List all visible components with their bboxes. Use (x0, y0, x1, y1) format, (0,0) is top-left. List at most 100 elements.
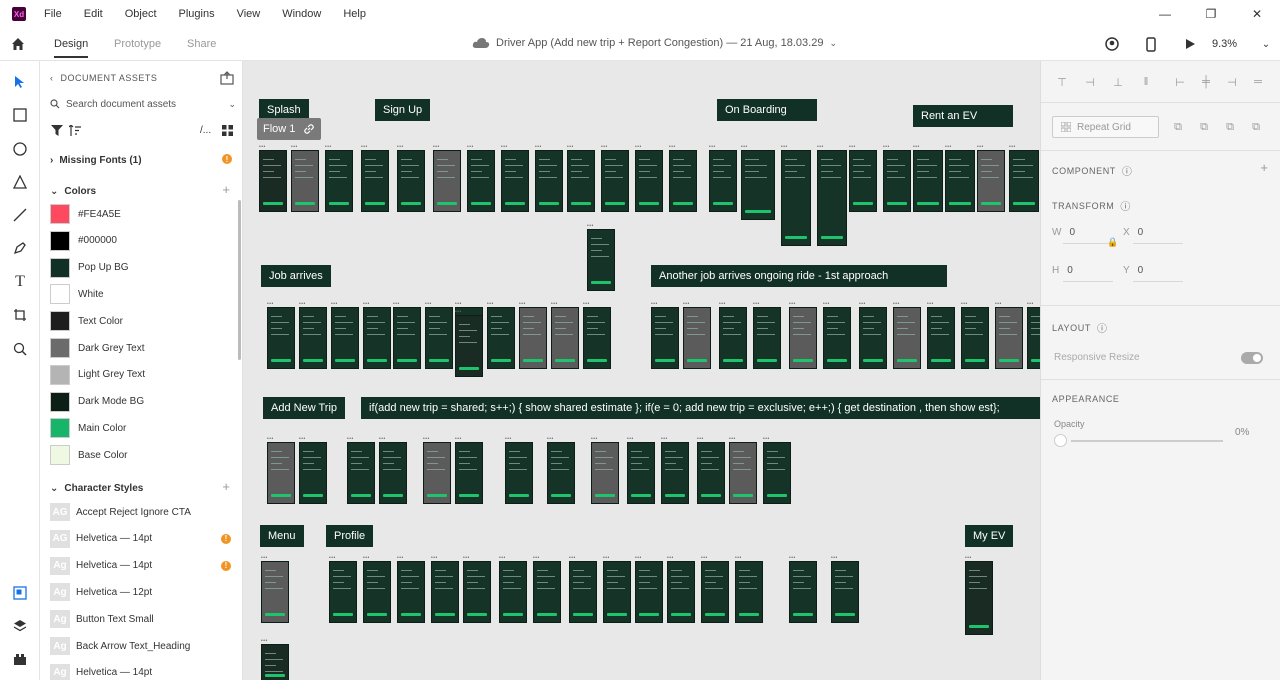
artboard-thumbnail[interactable] (363, 307, 391, 369)
align-left-icon[interactable]: ⊢ (1173, 75, 1187, 89)
artboard-thumbnail[interactable] (961, 307, 989, 369)
artboard-thumbnail[interactable] (259, 150, 287, 212)
character-styles-section[interactable]: ⌄ Character Styles (50, 483, 143, 494)
color-swatch[interactable] (50, 338, 70, 358)
color-swatch[interactable] (50, 364, 70, 385)
artboard-thumbnail[interactable] (331, 307, 359, 369)
artboard-thumbnail[interactable] (455, 315, 483, 377)
artboard-thumbnail[interactable] (397, 150, 425, 212)
artboard-thumbnail[interactable] (667, 561, 695, 623)
artboard-thumbnail[interactable] (299, 307, 327, 369)
artboard-thumbnail[interactable] (735, 561, 763, 623)
character-style-row[interactable]: AG Helvetica — 14pt! (50, 528, 235, 550)
artboard-thumbnail[interactable] (789, 307, 817, 369)
flow-start-chip[interactable]: Flow 1 (257, 118, 322, 140)
artboard-thumbnail[interactable] (741, 150, 775, 220)
layers-panel-icon[interactable] (11, 617, 29, 635)
artboard-thumbnail[interactable] (913, 150, 943, 212)
menu-edit[interactable]: Edit (84, 8, 103, 20)
artboard-thumbnail[interactable] (635, 150, 663, 212)
menu-view[interactable]: View (237, 8, 261, 20)
artboard-label-another-job[interactable]: Another job arrives ongoing ride - 1st a… (651, 265, 947, 287)
artboard-thumbnail[interactable] (781, 150, 811, 246)
artboard-thumbnail[interactable] (423, 442, 451, 504)
artboard-thumbnail[interactable] (789, 561, 817, 623)
artboard-thumbnail[interactable] (709, 150, 737, 212)
color-swatch-row[interactable]: Main Color (50, 417, 126, 439)
color-swatch[interactable] (50, 311, 70, 332)
artboard-thumbnail[interactable] (817, 150, 847, 246)
color-swatch-row[interactable]: #FE4A5E (50, 203, 121, 225)
artboard-thumbnail[interactable] (363, 561, 391, 623)
artboard-thumbnail[interactable] (267, 442, 295, 504)
artboard-tool-icon[interactable] (11, 306, 29, 324)
zoom-level[interactable]: 9.3% (1212, 38, 1237, 50)
align-top-icon[interactable]: ⊤ (1055, 75, 1069, 89)
artboard-thumbnail[interactable] (261, 644, 289, 680)
artboard-thumbnail[interactable] (603, 561, 631, 623)
distribute-horizontal-icon[interactable]: ═ (1251, 75, 1265, 89)
responsive-resize-toggle[interactable] (1241, 352, 1263, 364)
tab-prototype[interactable]: Prototype (114, 38, 161, 50)
colors-section[interactable]: ⌄ Colors (50, 186, 96, 197)
artboard-thumbnail[interactable] (729, 442, 757, 504)
artboard-thumbnail[interactable] (533, 561, 561, 623)
artboard-thumbnail[interactable] (583, 307, 611, 369)
artboard-label-add-new-trip[interactable]: Add New Trip (263, 397, 346, 419)
menu-object[interactable]: Object (125, 8, 157, 20)
tab-design[interactable]: Design (54, 38, 89, 58)
artboard-thumbnail[interactable] (361, 150, 389, 212)
select-tool-icon[interactable] (11, 73, 29, 91)
color-swatch-row[interactable]: Base Color (50, 444, 127, 466)
character-style-row[interactable]: Ag Helvetica — 14pt (50, 662, 235, 680)
artboard-thumbnail[interactable] (635, 561, 663, 623)
opacity-slider-knob[interactable] (1054, 434, 1067, 447)
artboard-thumbnail[interactable] (849, 150, 877, 212)
user-account-icon[interactable] (1104, 36, 1120, 52)
artboard-thumbnail[interactable] (499, 561, 527, 623)
assets-search[interactable]: Search document assets ⌄ (50, 95, 236, 113)
color-swatch[interactable] (50, 418, 70, 439)
close-button[interactable]: ✕ (1234, 0, 1280, 28)
artboard-thumbnail[interactable] (379, 442, 407, 504)
color-swatch-row[interactable]: Light Grey Text (50, 364, 145, 386)
artboard-thumbnail[interactable] (601, 150, 629, 212)
artboard-thumbnail[interactable] (299, 442, 327, 504)
align-middle-icon[interactable]: ⊣ (1083, 75, 1097, 89)
assets-panel-icon[interactable] (11, 584, 29, 602)
boolean-exclude-icon[interactable]: ⧉ (1249, 120, 1263, 134)
play-icon[interactable] (1182, 36, 1198, 52)
character-style-row[interactable]: Ag Button Text Small (50, 608, 235, 630)
artboard-thumbnail[interactable] (763, 442, 791, 504)
artboard-thumbnail[interactable] (651, 307, 679, 369)
color-swatch[interactable] (50, 257, 70, 278)
artboard-thumbnail[interactable] (831, 561, 859, 623)
artboard-thumbnail[interactable] (627, 442, 655, 504)
artboard-thumbnail[interactable] (261, 561, 289, 623)
artboard-thumbnail[interactable] (569, 561, 597, 623)
x-field[interactable]: X0 (1123, 227, 1143, 238)
artboard-thumbnail[interactable] (291, 150, 319, 212)
lock-aspect-icon[interactable]: 🔒 (1107, 237, 1118, 248)
tab-share[interactable]: Share (187, 38, 216, 50)
artboard-thumbnail[interactable] (719, 307, 747, 369)
artboard-thumbnail[interactable] (467, 150, 495, 212)
line-tool-icon[interactable] (11, 206, 29, 224)
artboard-thumbnail[interactable] (661, 442, 689, 504)
home-icon[interactable] (10, 36, 26, 52)
artboard-label-onboarding[interactable]: On Boarding (717, 99, 817, 121)
color-swatch[interactable] (50, 284, 70, 305)
artboard-thumbnail[interactable] (567, 150, 595, 212)
artboard-thumbnail[interactable] (267, 307, 295, 369)
color-swatch[interactable] (50, 204, 70, 224)
assets-header[interactable]: ‹ DOCUMENT ASSETS (50, 73, 157, 83)
add-character-style-icon[interactable]: + (222, 479, 230, 494)
pen-tool-icon[interactable] (11, 239, 29, 257)
boolean-subtract-icon[interactable]: ⧉ (1197, 120, 1211, 134)
artboard-thumbnail[interactable] (455, 442, 483, 504)
character-style-row[interactable]: Ag Back Arrow Text_Heading (50, 635, 235, 657)
character-style-row[interactable]: AG Accept Reject Ignore CTA (50, 501, 235, 523)
artboard-thumbnail[interactable] (519, 307, 547, 369)
document-title[interactable]: Driver App (Add new trip + Report Conges… (472, 37, 837, 49)
canvas[interactable]: Splash Flow 1 Sign Up On Boarding Rent a… (243, 61, 1040, 680)
